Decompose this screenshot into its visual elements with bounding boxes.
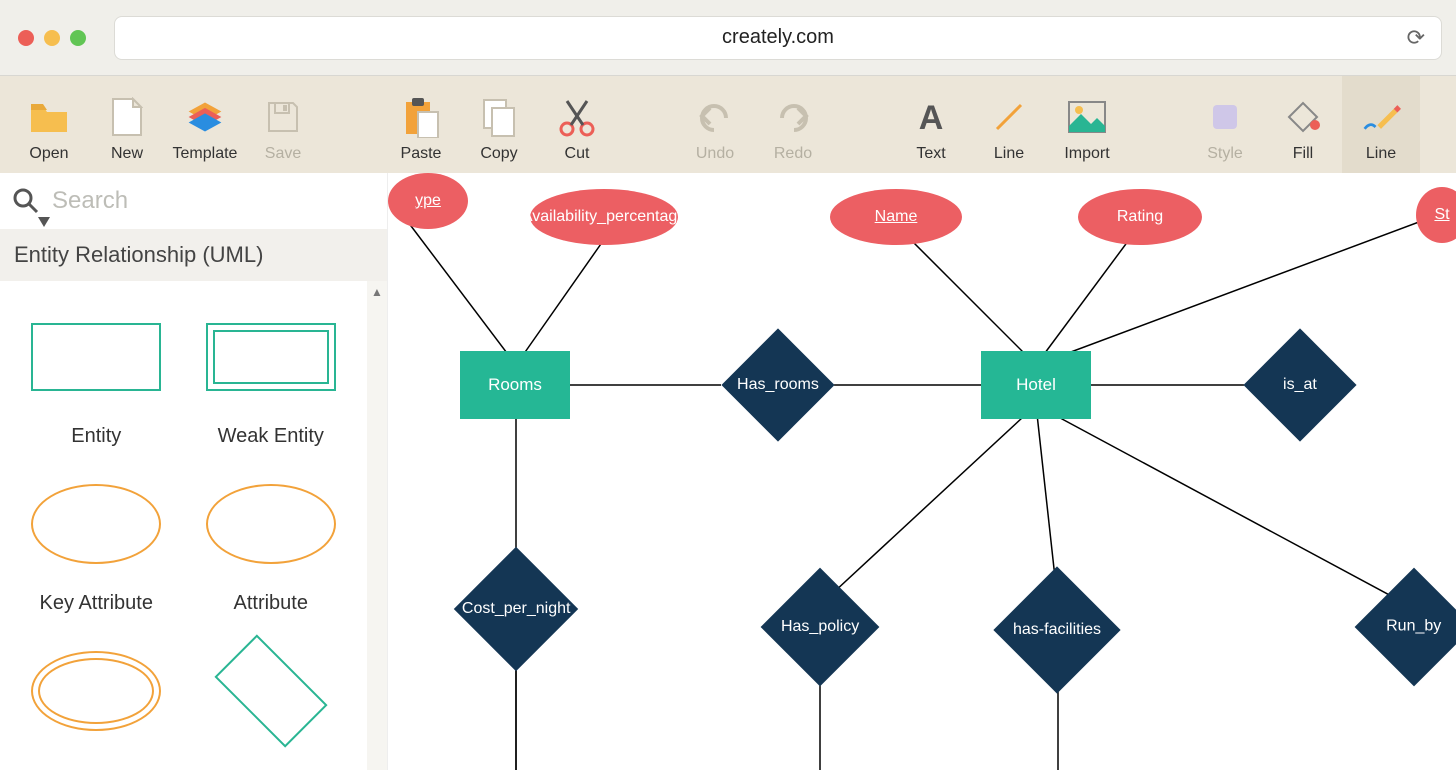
shape-label: Entity (71, 425, 121, 448)
style-icon (1205, 97, 1245, 137)
redo-icon (773, 97, 813, 137)
rel-label: is_at (1283, 376, 1317, 394)
window-controls (0, 30, 104, 46)
line-draw-button[interactable]: Line (1342, 76, 1420, 173)
import-button[interactable]: Import (1048, 76, 1126, 173)
attr-label: Availability_percentage (522, 208, 686, 226)
search-input[interactable] (52, 187, 375, 215)
reload-icon[interactable]: ⟳ (1407, 25, 1425, 51)
fill-button[interactable]: Fill (1264, 76, 1342, 173)
browser-chrome: creately.com ⟳ (0, 0, 1456, 76)
copy-button[interactable]: Copy (460, 76, 538, 173)
shape-entity[interactable]: Entity (12, 307, 181, 448)
workspace: Entity Relationship (UML) ▲ Entity Weak … (0, 173, 1456, 770)
shape-multivalued-attribute[interactable] (12, 641, 181, 741)
search-icon[interactable] (12, 187, 40, 215)
paste-label: Paste (401, 145, 442, 163)
text-icon: A (911, 97, 951, 137)
new-file-icon (107, 97, 147, 137)
line-tool-button[interactable]: Line (970, 76, 1048, 173)
entity-label: Hotel (1016, 375, 1056, 395)
text-label: Text (916, 145, 945, 163)
copy-label: Copy (480, 145, 517, 163)
open-label: Open (29, 145, 68, 163)
template-icon (185, 97, 225, 137)
undo-label: Undo (696, 145, 734, 163)
import-label: Import (1064, 145, 1109, 163)
paste-icon (401, 97, 441, 137)
scrollbar[interactable]: ▲ (367, 281, 387, 770)
shapes-panel: Entity Relationship (UML) ▲ Entity Weak … (0, 173, 388, 770)
attribute-type[interactable]: ype (388, 173, 468, 229)
rel-label: Run_by (1386, 618, 1441, 636)
undo-icon (695, 97, 735, 137)
address-url: creately.com (722, 26, 834, 49)
shape-attribute[interactable]: Attribute (187, 474, 356, 615)
shape-label: Weak Entity (218, 425, 324, 448)
template-label: Template (173, 145, 238, 163)
shape-weak-entity[interactable]: Weak Entity (187, 307, 356, 448)
save-icon (263, 97, 303, 137)
shapes-list: ▲ Entity Weak Entity Key Attribute Attri… (0, 281, 387, 770)
import-icon (1067, 97, 1107, 137)
redo-label: Redo (774, 145, 812, 163)
line-draw-label: Line (1366, 145, 1396, 163)
shape-label: Key Attribute (40, 592, 153, 615)
entity-hotel[interactable]: Hotel (981, 351, 1091, 419)
cut-label: Cut (565, 145, 590, 163)
entity-rooms[interactable]: Rooms (460, 351, 570, 419)
maximize-window-icon[interactable] (70, 30, 86, 46)
line-icon (989, 97, 1029, 137)
main-toolbar: Open New Template Save Paste Copy C (0, 76, 1456, 173)
rel-label: has-facilities (1013, 621, 1101, 639)
copy-icon (479, 97, 519, 137)
new-button[interactable]: New (88, 76, 166, 173)
rel-label: Cost_per_night (462, 600, 571, 618)
fill-icon (1283, 97, 1323, 137)
text-tool-button[interactable]: A Text (892, 76, 970, 173)
category-label: Entity Relationship (UML) (14, 242, 263, 268)
folder-icon (29, 97, 69, 137)
paste-button[interactable]: Paste (382, 76, 460, 173)
shape-category-header[interactable]: Entity Relationship (UML) (0, 229, 387, 281)
svg-text:A: A (919, 99, 944, 135)
diagram-canvas[interactable]: ype Availability_percentage Name Rating … (388, 173, 1456, 770)
close-window-icon[interactable] (18, 30, 34, 46)
style-button[interactable]: Style (1186, 76, 1264, 173)
shape-key-attribute[interactable]: Key Attribute (12, 474, 181, 615)
edges (388, 173, 1456, 770)
minimize-window-icon[interactable] (44, 30, 60, 46)
search-row (0, 173, 387, 229)
shape-relationship[interactable] (187, 641, 356, 741)
redo-button[interactable]: Redo (754, 76, 832, 173)
attribute-availability[interactable]: Availability_percentage (530, 189, 678, 245)
pencil-icon (1361, 97, 1401, 137)
fill-label: Fill (1293, 145, 1313, 163)
shape-label: Attribute (234, 592, 308, 615)
open-button[interactable]: Open (10, 76, 88, 173)
entity-label: Rooms (488, 375, 542, 395)
style-label: Style (1207, 145, 1243, 163)
rel-label: Has_rooms (737, 376, 819, 394)
attr-label: ype (415, 192, 441, 210)
attribute-rating[interactable]: Rating (1078, 189, 1202, 245)
line-label: Line (994, 145, 1024, 163)
new-label: New (111, 145, 143, 163)
attribute-name[interactable]: Name (830, 189, 962, 245)
save-button[interactable]: Save (244, 76, 322, 173)
cut-button[interactable]: Cut (538, 76, 616, 173)
cut-icon (557, 97, 597, 137)
save-label: Save (265, 145, 301, 163)
attr-label: St (1434, 206, 1449, 224)
template-button[interactable]: Template (166, 76, 244, 173)
scroll-up-icon[interactable]: ▲ (371, 285, 383, 299)
attr-label: Name (875, 208, 918, 226)
attr-label: Rating (1117, 208, 1163, 226)
address-bar[interactable]: creately.com ⟳ (114, 16, 1442, 60)
undo-button[interactable]: Undo (676, 76, 754, 173)
rel-label: Has_policy (781, 618, 859, 636)
